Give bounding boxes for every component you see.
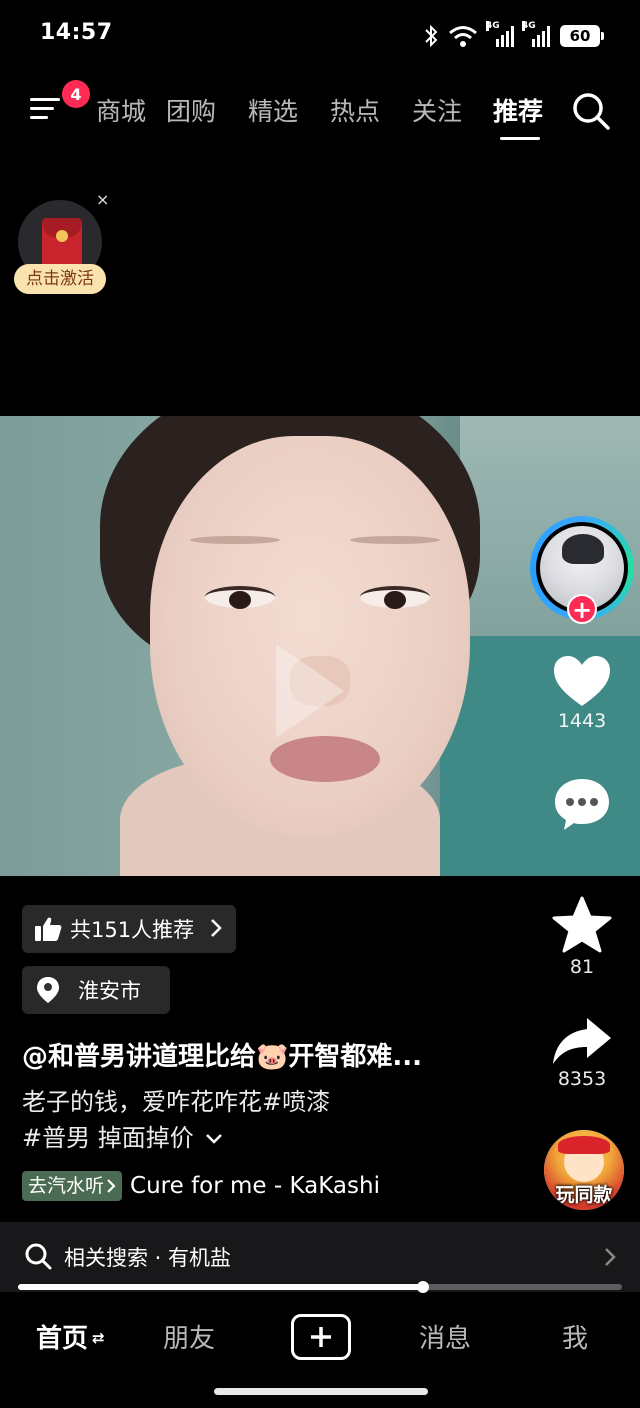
status-time: 14:57 xyxy=(40,20,113,45)
location-pin-icon xyxy=(37,977,59,1003)
nav-messages[interactable]: 消息 xyxy=(419,1318,471,1355)
share-button[interactable]: 8353 xyxy=(530,1016,634,1090)
home-indicator[interactable] xyxy=(214,1388,428,1395)
related-search-label: 相关搜索 · 有机盐 xyxy=(64,1246,232,1270)
feed-tabs: 商城 团购 精选 热点 关注 推荐 xyxy=(80,94,558,140)
tab-following[interactable]: 关注 xyxy=(396,94,478,134)
playback-progress-bar[interactable] xyxy=(18,1281,622,1293)
recommend-chip-label: 共151人推荐 xyxy=(70,918,195,942)
tab-recommended[interactable]: 推荐 xyxy=(478,94,558,140)
nav-me[interactable]: 我 xyxy=(562,1318,588,1355)
heart-icon xyxy=(554,656,610,706)
like-count: 1443 xyxy=(557,710,607,732)
status-bar: 14:57 4G 4G 60 xyxy=(0,0,640,72)
red-packet-close-icon[interactable]: × xyxy=(96,190,109,209)
bluetooth-icon xyxy=(425,24,438,48)
author-title[interactable]: @和普男讲道理比给🐷开智都难... xyxy=(22,1036,522,1073)
tab-group-buy[interactable]: 团购 xyxy=(150,94,232,134)
wifi-icon xyxy=(449,26,477,47)
location-chip[interactable]: 淮安市 xyxy=(22,966,170,1014)
plus-icon xyxy=(311,1327,331,1347)
description-line-2: #普男 掉面掉价 xyxy=(22,1124,194,1152)
bottom-nav: 首页 ⇄ 朋友 消息 我 xyxy=(0,1296,640,1408)
nav-home-label: 首页 xyxy=(36,1324,89,1354)
cell-signal-icon: 4G xyxy=(486,21,514,47)
recommend-chip[interactable]: 共151人推荐 xyxy=(22,905,236,953)
chevron-right-icon xyxy=(605,1248,616,1266)
description-line-1: 老子的钱，爱咋花咋花#喷漆 xyxy=(22,1088,331,1116)
location-label: 淮安市 xyxy=(78,979,141,1003)
comment-button[interactable] xyxy=(530,776,634,832)
progress-fill xyxy=(18,1284,423,1290)
favorite-button[interactable]: 81 xyxy=(530,896,634,978)
share-arrow-icon xyxy=(553,1018,611,1064)
cell-signal-icon-2: 4G xyxy=(522,21,550,47)
music-tag-label: 去汽水听 xyxy=(28,1175,105,1197)
red-packet-widget[interactable]: 点击激活 xyxy=(14,198,110,302)
favorite-count: 81 xyxy=(569,956,595,978)
comment-icon xyxy=(555,779,609,830)
status-icons: 4G 4G 60 xyxy=(424,21,604,50)
play-icon xyxy=(276,644,344,738)
tab-trending[interactable]: 热点 xyxy=(314,94,396,134)
like-button[interactable]: 1443 xyxy=(530,654,634,732)
search-icon[interactable] xyxy=(570,90,612,132)
video-description[interactable]: 老子的钱，爱咋花咋花#喷漆 #普男 掉面掉价 xyxy=(22,1084,522,1156)
search-icon xyxy=(25,1243,52,1270)
chevron-down-icon[interactable] xyxy=(205,1133,223,1145)
thumbs-up-icon xyxy=(35,917,62,941)
music-row[interactable]: 去汽水听 Cure for me - KaKashi xyxy=(22,1170,380,1202)
music-song-title: Cure for me - KaKashi xyxy=(130,1173,380,1199)
follow-plus-icon[interactable]: + xyxy=(567,594,597,624)
create-button[interactable] xyxy=(291,1314,351,1360)
tab-mall[interactable]: 商城 xyxy=(80,94,150,134)
tab-featured[interactable]: 精选 xyxy=(232,94,314,134)
menu-icon[interactable] xyxy=(30,94,64,124)
battery-icon: 60 xyxy=(560,25,604,47)
share-count: 8353 xyxy=(557,1068,607,1090)
chevron-right-icon xyxy=(107,1179,116,1193)
progress-scrubber[interactable] xyxy=(416,1281,429,1293)
nav-home[interactable]: 首页 ⇄ xyxy=(36,1318,105,1355)
top-nav: 4 商城 团购 精选 热点 关注 推荐 xyxy=(0,80,640,144)
nav-friends[interactable]: 朋友 xyxy=(163,1318,215,1355)
chevron-right-icon xyxy=(211,919,222,937)
same-style-label: 玩同款 xyxy=(555,1184,613,1206)
switch-icon: ⇄ xyxy=(92,1329,105,1347)
same-style-button[interactable]: 玩同款 xyxy=(544,1130,624,1210)
activate-label: 点击激活 xyxy=(14,264,106,294)
related-search-bar[interactable]: 相关搜索 · 有机盐 xyxy=(0,1222,640,1292)
listen-in-qishui-tag[interactable]: 去汽水听 xyxy=(22,1171,123,1201)
star-icon xyxy=(552,896,612,953)
